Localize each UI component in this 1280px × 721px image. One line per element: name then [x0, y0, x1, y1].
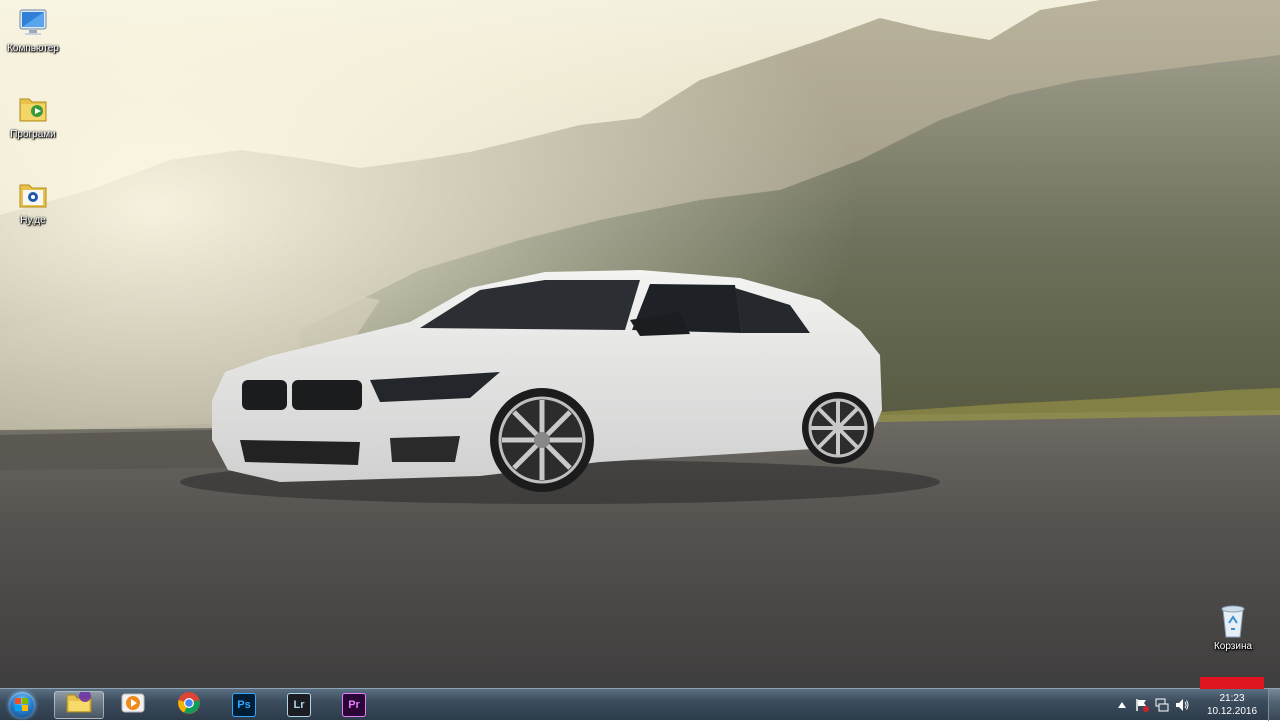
desktop-wallpaper	[0, 0, 1280, 688]
volume-icon[interactable]	[1172, 695, 1192, 715]
taskbar-media-player[interactable]	[108, 691, 158, 719]
start-button[interactable]	[4, 690, 40, 720]
lightroom-icon: Lr	[287, 693, 311, 717]
programs-folder-icon	[16, 92, 50, 126]
taskbar: Ps Lr Pr 21:23 10.12.2016	[0, 677, 1280, 721]
taskbar-premiere[interactable]: Pr	[329, 691, 379, 719]
clock-time: 21:23	[1219, 693, 1245, 704]
taskbar-lightroom[interactable]: Lr	[274, 691, 324, 719]
clock-date: 10.12.2016	[1206, 706, 1258, 717]
desktop-icon-recycle-bin[interactable]: Корзина	[1200, 604, 1266, 652]
recycle-bin-icon	[1216, 604, 1250, 638]
chrome-icon	[177, 691, 201, 720]
network-icon[interactable]	[1152, 695, 1172, 715]
computer-icon	[16, 6, 50, 40]
file-explorer-icon	[65, 689, 93, 719]
desktop-icon-label: Ну,де	[20, 215, 46, 226]
taskbar-file-explorer[interactable]	[54, 689, 104, 719]
desktop-icon-programs[interactable]: Програми	[0, 92, 66, 140]
clock-highlight	[1200, 677, 1264, 689]
desktop-icon-label: Корзина	[1213, 641, 1253, 652]
photoshop-icon: Ps	[232, 693, 256, 717]
desktop-icon-computer[interactable]: Компьютер	[0, 6, 66, 54]
windows-start-icon	[9, 692, 35, 718]
taskbar-clock[interactable]: 21:23 10.12.2016	[1200, 677, 1264, 721]
media-player-icon	[121, 692, 145, 719]
action-center-flag-icon[interactable]	[1132, 695, 1152, 715]
desktop-icon-shortcut[interactable]: Ну,де	[0, 178, 66, 226]
desktop-icon-label: Компьютер	[7, 43, 59, 54]
premiere-icon: Pr	[342, 693, 366, 717]
taskbar-chrome[interactable]	[164, 691, 214, 719]
show-desktop-button[interactable]	[1268, 689, 1280, 721]
shortcut-folder-icon	[16, 178, 50, 212]
desktop-icon-label: Програми	[10, 129, 56, 140]
system-tray	[1112, 689, 1192, 721]
show-hidden-icons-arrow[interactable]	[1112, 695, 1132, 715]
taskbar-photoshop[interactable]: Ps	[219, 691, 269, 719]
